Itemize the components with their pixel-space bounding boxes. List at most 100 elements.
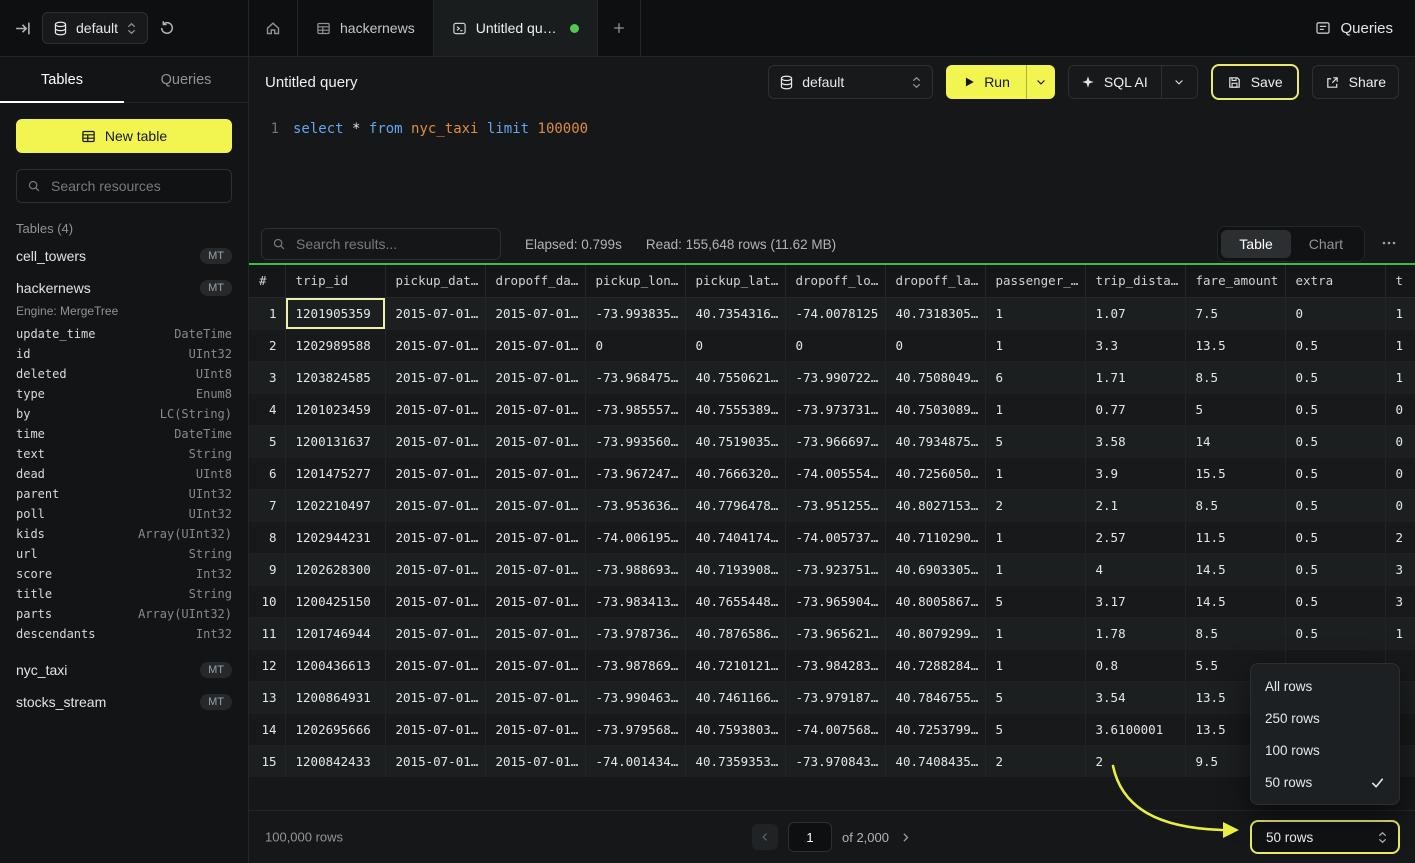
table-cell[interactable]: 1202989588	[285, 329, 385, 361]
table-cell[interactable]: 40.8005867…	[885, 585, 985, 617]
table-cell[interactable]: 40.7404174…	[685, 521, 785, 553]
rows-menu-item[interactable]: 100 rows	[1251, 734, 1399, 766]
row-number[interactable]: 13	[249, 681, 285, 713]
table-cell[interactable]: 5	[1185, 393, 1285, 425]
sql-ai-button[interactable]: SQL AI	[1068, 65, 1198, 99]
table-cell[interactable]: 13.5	[1185, 329, 1285, 361]
table-cell[interactable]: 1202695666	[285, 713, 385, 745]
table-cell[interactable]: 2015-07-01…	[485, 361, 585, 393]
table-cell[interactable]: -73.993560…	[585, 425, 685, 457]
page-size-select[interactable]: 50 rows	[1250, 820, 1400, 854]
table-cell[interactable]: 1202210497	[285, 489, 385, 521]
table-cell[interactable]: -73.984283…	[785, 649, 885, 681]
table-cell[interactable]: -73.987869…	[585, 649, 685, 681]
table-cell[interactable]: -73.923751…	[785, 553, 885, 585]
table-cell[interactable]: 2015-07-01…	[485, 393, 585, 425]
table-cell[interactable]: 3.17	[1085, 585, 1185, 617]
table-cell[interactable]: 2015-07-01…	[385, 329, 485, 361]
table-cell[interactable]: 1	[1385, 361, 1415, 393]
table-cell[interactable]: 1200425150	[285, 585, 385, 617]
tab-home[interactable]	[249, 0, 298, 56]
table-cell[interactable]: 1	[985, 649, 1085, 681]
column-header[interactable]: #	[249, 265, 285, 297]
table-cell[interactable]: 2015-07-01…	[485, 585, 585, 617]
column-header[interactable]: t	[1385, 265, 1415, 297]
table-cell[interactable]: 1	[985, 457, 1085, 489]
table-cell[interactable]: 8.5	[1185, 489, 1285, 521]
page-number-input[interactable]	[788, 822, 832, 852]
table-cell[interactable]: -74.006195…	[585, 521, 685, 553]
table-cell[interactable]: 1202628300	[285, 553, 385, 585]
table-cell[interactable]: 2015-07-01…	[385, 585, 485, 617]
table-cell[interactable]: 2015-07-01…	[385, 457, 485, 489]
column-row[interactable]: timeDateTime	[0, 424, 248, 444]
resource-search-input[interactable]	[49, 177, 221, 195]
table-cell[interactable]: 40.6903305…	[885, 553, 985, 585]
column-header[interactable]: trip_id	[285, 265, 385, 297]
table-cell[interactable]: 3	[1385, 553, 1415, 585]
table-cell[interactable]: 8.5	[1185, 617, 1285, 649]
view-toggle-chart[interactable]: Chart	[1291, 230, 1361, 258]
rows-menu-item[interactable]: 50 rows	[1251, 766, 1399, 798]
table-cell[interactable]: 40.7354316…	[685, 297, 785, 329]
table-cell[interactable]: 1201023459	[285, 393, 385, 425]
column-row[interactable]: textString	[0, 444, 248, 464]
table-cell[interactable]: 2.1	[1085, 489, 1185, 521]
table-cell[interactable]: 0.77	[1085, 393, 1185, 425]
table-cell[interactable]: 15.5	[1185, 457, 1285, 489]
sidebar-item-nyc_taxi[interactable]: nyc_taxiMT	[0, 654, 248, 686]
table-cell[interactable]: 0.5	[1285, 425, 1385, 457]
row-number[interactable]: 12	[249, 649, 285, 681]
table-cell[interactable]: 4	[1085, 553, 1185, 585]
column-row[interactable]: deletedUInt8	[0, 364, 248, 384]
table-cell[interactable]: 14.5	[1185, 553, 1285, 585]
table-cell[interactable]: 40.7593803…	[685, 713, 785, 745]
column-row[interactable]: descendantsInt32	[0, 624, 248, 644]
table-cell[interactable]: 0	[1385, 489, 1415, 521]
table-cell[interactable]: 40.7461166…	[685, 681, 785, 713]
table-cell[interactable]: 40.7503089…	[885, 393, 985, 425]
table-cell[interactable]: -73.993835…	[585, 297, 685, 329]
next-page-button[interactable]	[899, 831, 912, 844]
table-cell[interactable]: 1	[985, 521, 1085, 553]
new-table-button[interactable]: New table	[16, 119, 232, 153]
results-search-input[interactable]	[294, 235, 490, 253]
table-cell[interactable]: -73.979568…	[585, 713, 685, 745]
table-cell[interactable]: 0	[685, 329, 785, 361]
table-cell[interactable]: 1	[985, 617, 1085, 649]
table-cell[interactable]: 2015-07-01…	[485, 617, 585, 649]
row-number[interactable]: 4	[249, 393, 285, 425]
table-cell[interactable]: 40.7253799…	[885, 713, 985, 745]
table-cell[interactable]: 1	[985, 297, 1085, 329]
tab-untitled-query[interactable]: Untitled qu…	[434, 0, 598, 56]
table-cell[interactable]: 40.7110290…	[885, 521, 985, 553]
column-header[interactable]: dropoff_da…	[485, 265, 585, 297]
table-cell[interactable]: 2015-07-01…	[485, 745, 585, 777]
table-cell[interactable]: 40.8079299…	[885, 617, 985, 649]
table-cell[interactable]: -73.985557…	[585, 393, 685, 425]
table-cell[interactable]: 1	[1385, 617, 1415, 649]
table-cell[interactable]: -73.973731…	[785, 393, 885, 425]
table-cell[interactable]: 0	[785, 329, 885, 361]
column-header[interactable]: pickup_lon…	[585, 265, 685, 297]
table-cell[interactable]: 2015-07-01…	[485, 649, 585, 681]
table-cell[interactable]: 1	[1385, 297, 1415, 329]
table-cell[interactable]: 1200864931	[285, 681, 385, 713]
table-cell[interactable]: 0.8	[1085, 649, 1185, 681]
resource-search[interactable]	[16, 169, 232, 203]
queries-button[interactable]: Queries	[1315, 20, 1393, 37]
new-tab-button[interactable]	[598, 0, 641, 56]
table-cell[interactable]: 1200436613	[285, 649, 385, 681]
table-cell[interactable]: 40.7655448…	[685, 585, 785, 617]
sidebar-item-hackernews[interactable]: hackernewsMT	[0, 272, 248, 304]
table-cell[interactable]: 40.7555389…	[685, 393, 785, 425]
table-cell[interactable]: -73.970843…	[785, 745, 885, 777]
column-row[interactable]: scoreInt32	[0, 564, 248, 584]
table-cell[interactable]: 40.7934875…	[885, 425, 985, 457]
table-cell[interactable]: 14.5	[1185, 585, 1285, 617]
table-cell[interactable]: 2015-07-01…	[385, 649, 485, 681]
table-cell[interactable]: 3	[1385, 585, 1415, 617]
table-cell[interactable]: 40.7193908…	[685, 553, 785, 585]
table-cell[interactable]: 1202944231	[285, 521, 385, 553]
table-cell[interactable]: 40.7550621…	[685, 361, 785, 393]
